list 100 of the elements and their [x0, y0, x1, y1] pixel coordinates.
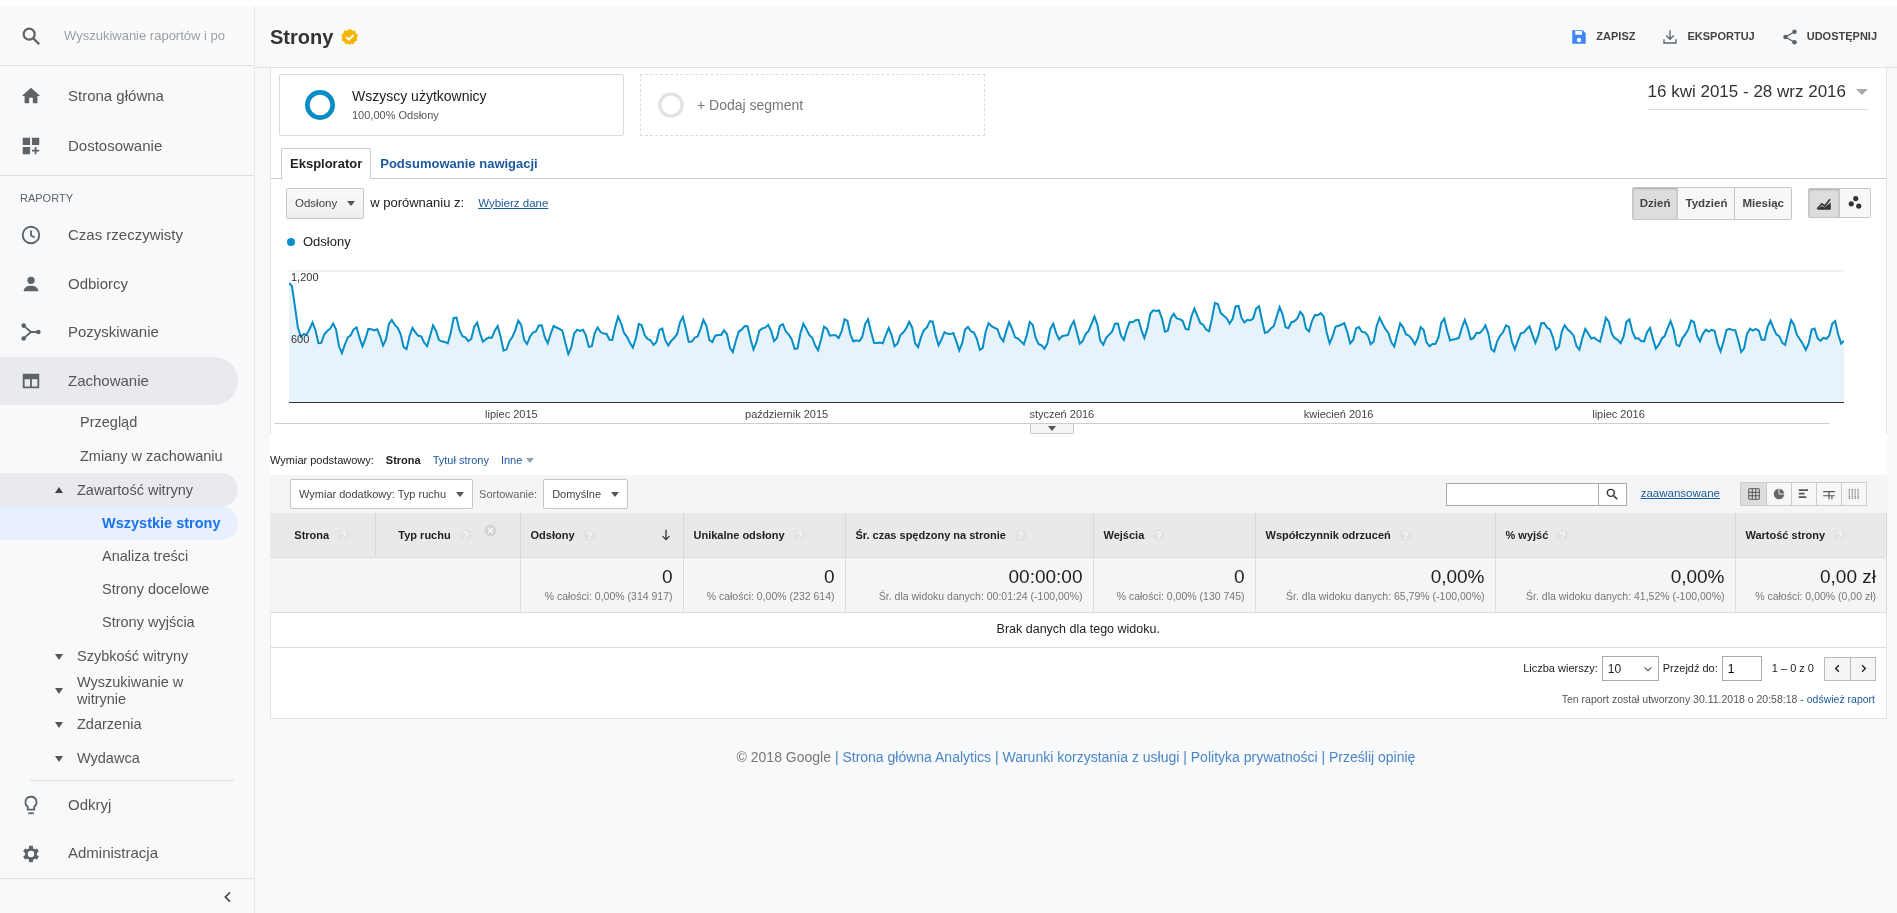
save-button[interactable]: ZAPISZ [1570, 27, 1636, 46]
goto-page-field[interactable]: 1 [1721, 656, 1762, 682]
advanced-link[interactable]: zaawansowane [1640, 485, 1720, 503]
help-icon[interactable] [458, 528, 472, 542]
caret-icon [55, 653, 63, 660]
rows-label: Liczba wierszy: [1523, 661, 1598, 677]
tab[interactable]: Eksplorator [281, 148, 372, 179]
nav-item[interactable]: Analiza treści [0, 540, 238, 574]
secondary-dimension-dropdown[interactable]: Wymiar dodatkowy: Typ ruchu [290, 478, 474, 510]
nav-item[interactable]: Szybkość witryny [0, 639, 238, 674]
column-header[interactable]: Wartość strony [1735, 513, 1887, 558]
help-icon[interactable] [792, 528, 806, 542]
period-toggle[interactable]: Dzień [1632, 187, 1678, 219]
caret-icon [611, 491, 620, 497]
footer-link[interactable]: Polityka prywatności [1190, 748, 1318, 765]
footer-link[interactable]: Warunki korzystania z usługi [1002, 748, 1180, 765]
nav-item[interactable]: Zdarzenia [0, 707, 238, 742]
next-page-button[interactable] [1850, 657, 1875, 680]
period-toggle[interactable]: Miesiąc [1734, 187, 1791, 219]
sort-dropdown[interactable]: Domyślne [543, 478, 629, 510]
help-icon[interactable] [1013, 528, 1027, 542]
dimension-option[interactable]: Tytuł strony [432, 452, 489, 469]
total-value: 0 [1232, 565, 1245, 589]
download-icon [1661, 27, 1680, 46]
nav-item[interactable]: Strony wyjścia [0, 606, 238, 640]
page-title: Strony [270, 24, 334, 50]
period-toggle[interactable]: Tydzień [1677, 187, 1735, 219]
nav-item[interactable]: Wyszukiwanie w witrynie [0, 673, 238, 708]
column-header[interactable]: Śr. czas spędzony na stronie [845, 513, 1093, 558]
nav-item[interactable]: Zawartość witryny [0, 473, 238, 508]
caret-icon [55, 721, 63, 728]
table-view-toggle[interactable] [1741, 483, 1766, 505]
branch-icon [20, 321, 42, 344]
metric-dropdown[interactable]: Odsłony [286, 187, 365, 219]
nav-item[interactable]: Przegląd [0, 405, 238, 440]
column-header[interactable]: % wyjść [1495, 513, 1735, 558]
search-field[interactable]: Wyszukiwanie raportów i po [62, 24, 232, 47]
nav-item[interactable]: Czas rzeczywisty [0, 210, 238, 260]
caret-icon [456, 491, 465, 497]
total-note: % całości: 0,00% (130 745) [1115, 588, 1245, 604]
line-chart-toggle[interactable] [1809, 189, 1839, 218]
total-value: 0,00% [1429, 565, 1485, 589]
caret-icon [55, 687, 63, 694]
column-header[interactable]: Wejścia [1093, 513, 1255, 558]
nav-item[interactable]: Zachowanie [0, 356, 238, 406]
add-segment-button[interactable]: + Dodaj segment [640, 74, 985, 136]
previous-page-button[interactable] [1825, 657, 1850, 680]
column-header[interactable]: Odsłony [520, 513, 683, 558]
nav-item[interactable]: Odkryj [0, 780, 238, 830]
column-header[interactable]: Unikalne odsłony [683, 513, 845, 558]
nav-item[interactable]: Odbiorcy [0, 259, 238, 309]
help-icon[interactable] [337, 528, 351, 542]
search-button[interactable] [1597, 482, 1627, 506]
export-button[interactable]: EKSPORTUJ [1661, 27, 1755, 46]
help-icon[interactable] [582, 528, 596, 542]
footer-links: © 2018 Google | Strona główna Analytics | Warunki korzystania z usługi | Polityka prywatności | Prześlij opinię [736, 748, 1416, 765]
caret-icon [526, 458, 535, 463]
share-icon [1780, 27, 1799, 46]
segment-ring-icon [304, 89, 336, 121]
rows-per-page-dropdown[interactable]: 10 [1601, 656, 1659, 682]
link-separator: | [1321, 748, 1326, 765]
tab[interactable]: Podsumowanie nawigacji [371, 148, 547, 179]
column-header[interactable]: Strona [270, 513, 375, 558]
nav-item[interactable]: Wydawca [0, 741, 238, 776]
nav-item[interactable]: Administracja [0, 829, 238, 878]
refresh-report-link[interactable]: odśwież raport [1806, 693, 1875, 706]
nav-item[interactable]: Strony docelowe [0, 573, 238, 607]
report-timestamp: Ten raport został utworzony 30.11.2018 o 20:58:18 - odśwież raport [1561, 693, 1875, 706]
nav-item[interactable]: Strona główna [0, 71, 238, 122]
column-header[interactable]: Współczynnik odrzuceń [1255, 513, 1495, 558]
sort-label: Sortowanie: [479, 486, 538, 502]
x-axis-label: lipiec 2015 [485, 407, 538, 423]
verified-badge-icon [341, 27, 360, 46]
nav-item[interactable]: Zmiany w zachowaniu [0, 439, 238, 474]
more-dimensions-dropdown[interactable]: Inne [500, 452, 535, 469]
help-icon[interactable] [1398, 528, 1412, 542]
share-button[interactable]: UDOSTĘPNIJ [1780, 27, 1877, 46]
footer-link[interactable]: Strona główna Analytics [842, 748, 992, 765]
help-icon[interactable] [1833, 528, 1847, 542]
bubble-chart-toggle[interactable] [1839, 189, 1870, 218]
date-range-picker[interactable]: 16 kwi 2015 - 28 wrz 2016 [1647, 79, 1868, 110]
empty-message: Brak danych dla tego widoku. [996, 622, 1160, 637]
segment-card[interactable]: Wszyscy użytkownicy 100,00% Odsłony [279, 74, 624, 136]
remove-icon[interactable] [483, 523, 497, 537]
bar-chart-icon [1797, 487, 1811, 501]
help-icon[interactable] [1556, 528, 1570, 542]
nav-item[interactable]: Pozyskiwanie [0, 308, 238, 357]
total-value: 0,00 zł [1819, 565, 1876, 589]
column-header[interactable]: Typ ruchu [375, 513, 520, 558]
select-data-link[interactable]: Wybierz dane [478, 194, 549, 212]
total-note: % całości: 0,00% (232 614) [705, 588, 835, 604]
legend-label: Odsłony [303, 232, 351, 251]
total-value: 0,00% [1669, 565, 1725, 589]
nav-item[interactable]: Dostosowanie [0, 121, 238, 172]
nav-item[interactable]: Wszystkie strony [0, 507, 238, 541]
table-search-field[interactable] [1445, 482, 1598, 506]
segment-title: Wszyscy użytkownicy [352, 87, 487, 107]
dimension-option[interactable]: Strona [385, 452, 421, 469]
footer-link[interactable]: Prześlij opinię [1329, 748, 1416, 765]
help-icon[interactable] [1152, 528, 1166, 542]
